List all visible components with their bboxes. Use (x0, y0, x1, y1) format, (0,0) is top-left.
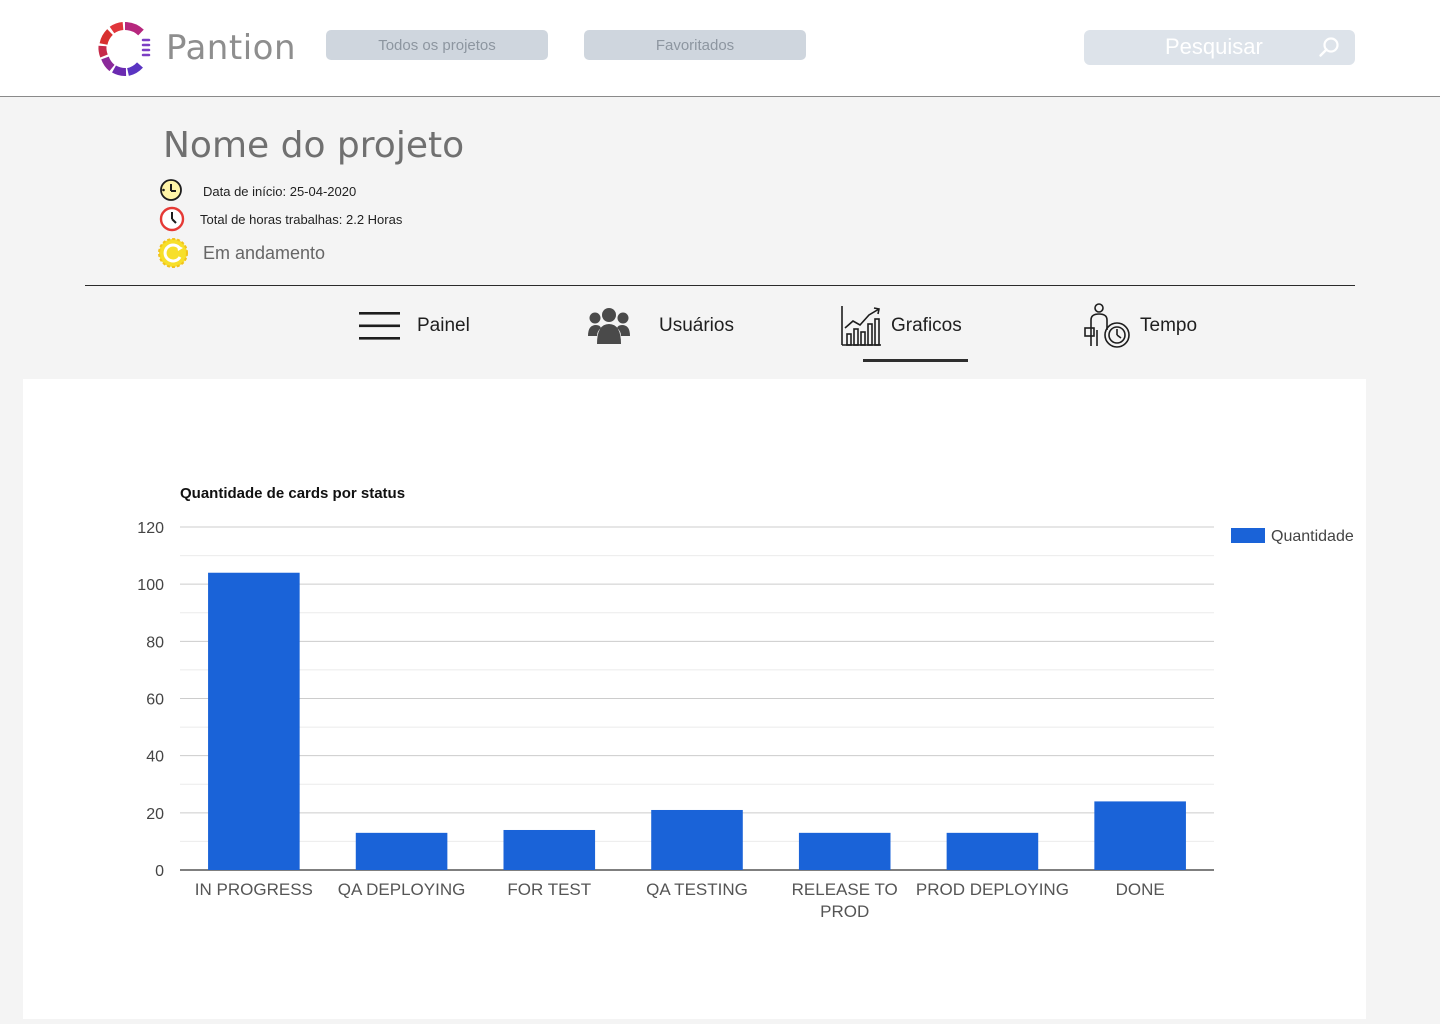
person-clock-icon (1084, 303, 1130, 348)
status-bar-chart: Quantidade de cards por status 0 20 40 60 80 1… (137, 485, 1354, 921)
search-input[interactable]: Pesquisar (1084, 30, 1355, 65)
search-icon[interactable] (1318, 36, 1340, 58)
tab-label-painel: Painel (417, 315, 470, 336)
legend-label: Quantidade (1271, 528, 1354, 545)
search-placeholder: Pesquisar (1165, 34, 1263, 59)
tab-label-graficos: Graficos (891, 315, 962, 336)
bar-for-test (503, 829, 596, 870)
x-tick-label: PROD DEPLOYING (916, 880, 1069, 899)
legend-swatch (1231, 528, 1265, 543)
users-icon (588, 308, 630, 344)
tab-graficos[interactable]: Graficos (839, 300, 962, 352)
chart-card: Quantidade de cards por status 0 20 40 60 80 1… (23, 379, 1366, 1019)
status-row: Em andamento (157, 237, 325, 269)
chart-title: Quantidade de cards por status (180, 485, 405, 502)
y-tick-label: 60 (146, 692, 164, 709)
chart-growth-icon (841, 306, 881, 346)
tab-label-usuarios: Usuários (659, 315, 734, 336)
total-hours-row: Total de horas trabalhas: 2.2 Horas (157, 204, 402, 234)
tab-tempo[interactable]: Tempo (1083, 300, 1197, 352)
tab-usuarios[interactable]: Usuários (587, 300, 734, 352)
x-tick-label: IN PROGRESS (195, 880, 313, 899)
bar-qa-testing (651, 809, 743, 870)
top-bar: Pantion Todos os projetos Favoritados Pe… (0, 0, 1440, 97)
y-tick-label: 0 (155, 863, 164, 880)
total-hours-text: Total de horas trabalhas: 2.2 Horas (200, 211, 403, 227)
tab-label-tempo: Tempo (1140, 315, 1198, 336)
start-date-text: Data de início: 25-04-2020 (203, 183, 357, 199)
bar-release-to-prod (798, 832, 891, 870)
y-tick-label: 120 (137, 520, 164, 537)
bar-in-progress (208, 572, 300, 870)
hamburger-icon (359, 312, 400, 340)
y-tick-label: 40 (146, 749, 164, 766)
calendar-clock-icon (157, 176, 187, 206)
x-tick-label: QA TESTING (646, 880, 748, 899)
clock-icon (157, 204, 187, 234)
x-tick-label: DONE (1116, 880, 1165, 899)
bar-qa-deploying (355, 832, 448, 870)
logo-ring-icon (98, 22, 151, 76)
app-name: Pantion (166, 28, 296, 68)
favorites-button[interactable]: Favoritados (584, 30, 806, 60)
y-tick-label: 20 (146, 806, 164, 823)
x-tick-label: RELEASE TO PROD (792, 880, 898, 921)
status-text: Em andamento (203, 242, 326, 263)
tab-painel[interactable]: Painel (358, 300, 470, 352)
y-tick-label: 100 (137, 577, 164, 594)
active-tab-indicator (863, 359, 968, 362)
section-divider (85, 285, 1355, 286)
all-projects-button[interactable]: Todos os projetos (326, 30, 548, 60)
y-tick-label: 80 (146, 634, 164, 651)
bar-prod-deploying (946, 832, 1039, 870)
x-tick-label: QA DEPLOYING (338, 880, 466, 899)
bar-done (1094, 801, 1186, 870)
page-title: Nome do projeto (163, 125, 465, 166)
start-date-row: Data de início: 25-04-2020 (157, 176, 356, 206)
x-tick-label: FOR TEST (507, 880, 591, 899)
in-progress-icon (157, 237, 189, 269)
